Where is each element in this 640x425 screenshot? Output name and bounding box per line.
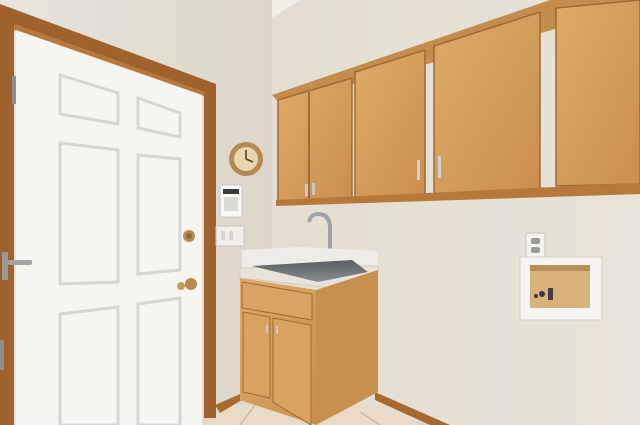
base-cabinet-handle-left[interactable] <box>266 325 268 333</box>
light-switch-icon[interactable] <box>215 225 245 247</box>
base-cabinet-handle-right[interactable] <box>276 326 278 334</box>
base-cabinet-door-left[interactable] <box>242 311 271 399</box>
washer-outlet-box <box>519 256 603 321</box>
outlet-icon <box>525 232 546 258</box>
cabinet-handle-2[interactable] <box>312 183 315 195</box>
cabinet-handle-4[interactable] <box>438 156 441 178</box>
cabinet-handle-1[interactable] <box>305 184 308 196</box>
upper-cabinet-middle[interactable] <box>354 48 426 199</box>
laundry-room-photo <box>0 0 640 425</box>
alarm-keypad-icon[interactable] <box>219 184 243 218</box>
wall-clock-icon <box>229 142 263 176</box>
bottle-icon <box>548 288 553 300</box>
cabinet-handle-3[interactable] <box>417 160 420 180</box>
deadbolt-icon[interactable] <box>183 230 195 242</box>
valve-icon <box>539 291 545 297</box>
door-hinge <box>12 76 16 104</box>
upper-cabinet-end[interactable] <box>555 0 640 187</box>
door-edge-hinge-lower <box>0 340 4 370</box>
